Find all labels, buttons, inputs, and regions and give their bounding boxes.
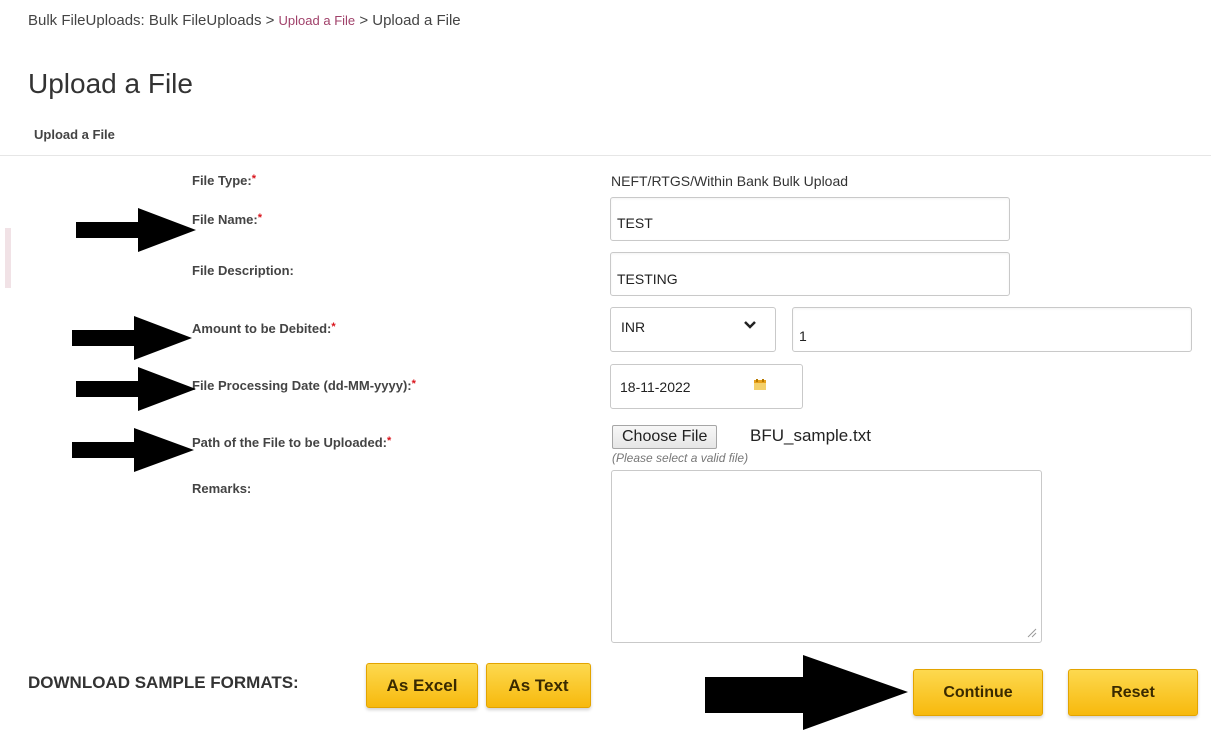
reset-button[interactable]: Reset xyxy=(1068,669,1198,716)
arrow-annotation-icon xyxy=(705,655,908,730)
file-type-label: File Type:* xyxy=(192,173,256,188)
selected-file-name: BFU_sample.txt xyxy=(750,426,871,445)
arrow-annotation-icon xyxy=(72,428,194,472)
left-edge-bar xyxy=(5,228,11,288)
processing-date-input[interactable]: 18-11-2022 xyxy=(610,364,803,409)
file-name-input[interactable]: TEST xyxy=(610,197,1010,241)
required-marker: * xyxy=(331,321,336,333)
required-marker: * xyxy=(257,212,263,224)
file-type-value: NEFT/RTGS/Within Bank Bulk Upload xyxy=(611,173,849,189)
remarks-textarea[interactable] xyxy=(611,470,1042,643)
currency-value: INR xyxy=(621,318,646,335)
arrow-annotation-icon xyxy=(72,316,192,360)
calendar-icon[interactable] xyxy=(753,379,767,391)
section-title: Upload a File xyxy=(34,127,115,142)
choose-file-button[interactable]: Choose File xyxy=(612,425,718,449)
processing-date-value: 18-11-2022 xyxy=(620,378,691,395)
chevron-down-icon xyxy=(744,321,756,329)
breadcrumb-link-upload[interactable]: Upload a File xyxy=(279,13,356,28)
download-sample-formats-label: DOWNLOAD SAMPLE FORMATS: xyxy=(28,673,299,692)
resize-grip-icon[interactable] xyxy=(1027,628,1037,638)
continue-button[interactable]: Continue xyxy=(913,669,1043,716)
amount-label: Amount to be Debited:* xyxy=(192,321,336,336)
file-name-label: File Name:* xyxy=(192,212,263,227)
required-marker: * xyxy=(387,435,392,447)
page-title: Upload a File xyxy=(28,68,193,99)
download-text-button[interactable]: As Text xyxy=(486,663,591,708)
required-marker: * xyxy=(411,378,416,390)
breadcrumb-current: > Upload a File xyxy=(355,12,461,29)
file-hint: (Please select a valid file) xyxy=(612,451,749,465)
currency-select[interactable]: INR xyxy=(610,307,776,352)
download-excel-button[interactable]: As Excel xyxy=(366,663,478,708)
file-description-label: File Description: xyxy=(192,263,294,278)
file-description-input[interactable]: TESTING xyxy=(610,252,1010,296)
amount-input[interactable]: 1 xyxy=(792,307,1192,352)
breadcrumb-prefix: Bulk FileUploads: Bulk FileUploads > xyxy=(28,12,279,29)
required-marker: * xyxy=(251,173,256,185)
remarks-label: Remarks: xyxy=(192,481,252,496)
section-divider xyxy=(0,155,1211,156)
processing-date-label: File Processing Date (dd-MM-yyyy):* xyxy=(192,378,416,393)
arrow-annotation-icon xyxy=(76,208,196,252)
file-path-label: Path of the File to be Uploaded:* xyxy=(192,435,392,450)
arrow-annotation-icon xyxy=(76,367,196,411)
breadcrumb: Bulk FileUploads: Bulk FileUploads > Upl… xyxy=(28,12,461,29)
